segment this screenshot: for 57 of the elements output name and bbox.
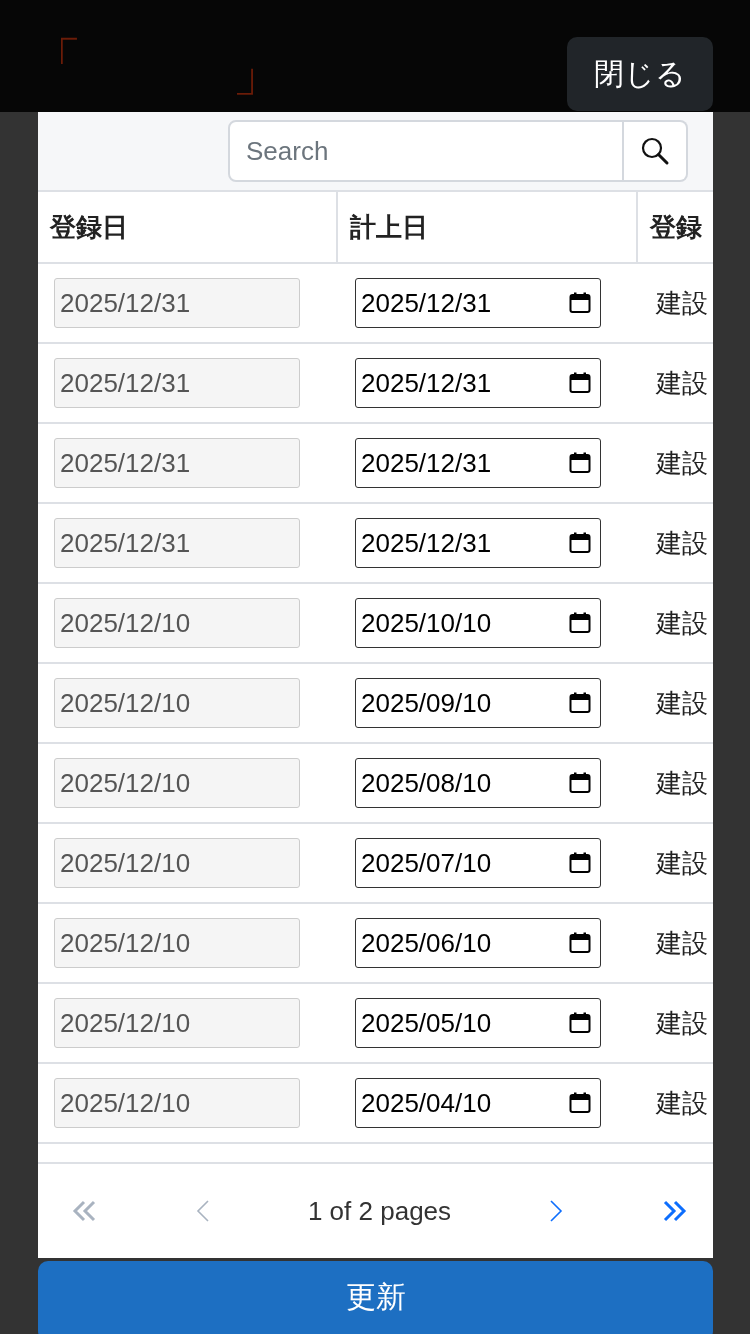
registered-date-field[interactable]: 2025/12/10: [54, 678, 300, 728]
registered-date-field[interactable]: 2025/12/31: [54, 518, 300, 568]
logo-bracket: 」: [232, 46, 284, 98]
table-cell-text: 建設: [656, 286, 708, 320]
date-field[interactable]: 2025/05/10: [355, 998, 601, 1048]
table-cell-text: 建設: [656, 686, 708, 720]
last-page-icon[interactable]: [661, 1200, 687, 1222]
table-cell-text: 建設: [656, 1006, 708, 1040]
registered-date-field[interactable]: 2025/12/10: [54, 918, 300, 968]
table-cell-text: 建設: [656, 846, 708, 880]
table-cell-text: 建設: [656, 766, 708, 800]
search-icon: [640, 136, 670, 166]
logo-bracket: 「: [30, 36, 82, 88]
calendar-icon[interactable]: [569, 932, 591, 954]
column-header: 計上日: [338, 192, 638, 262]
date-field[interactable]: 2025/12/31: [355, 518, 601, 568]
table-cell-text: 建設: [656, 926, 708, 960]
date-field[interactable]: 2025/12/31: [355, 278, 601, 328]
registered-date-field[interactable]: 2025/12/31: [54, 278, 300, 328]
search-field[interactable]: Search: [228, 120, 624, 182]
calendar-icon[interactable]: [569, 1012, 591, 1034]
calendar-icon[interactable]: [569, 612, 591, 634]
registered-date-field[interactable]: 2025/12/10: [54, 1078, 300, 1128]
calendar-icon[interactable]: [569, 372, 591, 394]
date-field[interactable]: 2025/08/10: [355, 758, 601, 808]
calendar-icon[interactable]: [569, 1092, 591, 1114]
next-page-icon[interactable]: [549, 1199, 564, 1223]
calendar-icon[interactable]: [569, 292, 591, 314]
registered-date-field[interactable]: 2025/12/31: [54, 438, 300, 488]
registered-date-field[interactable]: 2025/12/10: [54, 758, 300, 808]
page-indicator: 1 of 2 pages: [307, 1195, 452, 1227]
table-cell-text: 建設: [656, 446, 708, 480]
date-field[interactable]: 2025/12/31: [355, 438, 601, 488]
date-field[interactable]: 2025/04/10: [355, 1078, 601, 1128]
search-button[interactable]: [624, 120, 688, 182]
calendar-icon[interactable]: [569, 532, 591, 554]
date-field[interactable]: 2025/10/10: [355, 598, 601, 648]
registered-date-field[interactable]: 2025/12/10: [54, 998, 300, 1048]
date-field[interactable]: 2025/09/10: [355, 678, 601, 728]
calendar-icon[interactable]: [569, 692, 591, 714]
update-button[interactable]: 更新: [38, 1261, 713, 1334]
date-field[interactable]: 2025/06/10: [355, 918, 601, 968]
column-header: 登録: [648, 210, 703, 244]
calendar-icon[interactable]: [569, 772, 591, 794]
close-button[interactable]: 閉じる: [567, 37, 713, 111]
date-field[interactable]: 2025/12/31: [355, 358, 601, 408]
column-header: 登録日: [38, 192, 338, 262]
registered-date-field[interactable]: 2025/12/10: [54, 838, 300, 888]
table-cell-text: 建設: [656, 526, 708, 560]
calendar-icon[interactable]: [569, 452, 591, 474]
registered-date-field[interactable]: 2025/12/31: [54, 358, 300, 408]
table-cell-text: 建設: [656, 366, 708, 400]
table-cell-text: 建設: [656, 606, 708, 640]
registered-date-field[interactable]: 2025/12/10: [54, 598, 300, 648]
date-field[interactable]: 2025/07/10: [355, 838, 601, 888]
table-cell-text: 建設: [656, 1086, 708, 1120]
calendar-icon[interactable]: [569, 852, 591, 874]
